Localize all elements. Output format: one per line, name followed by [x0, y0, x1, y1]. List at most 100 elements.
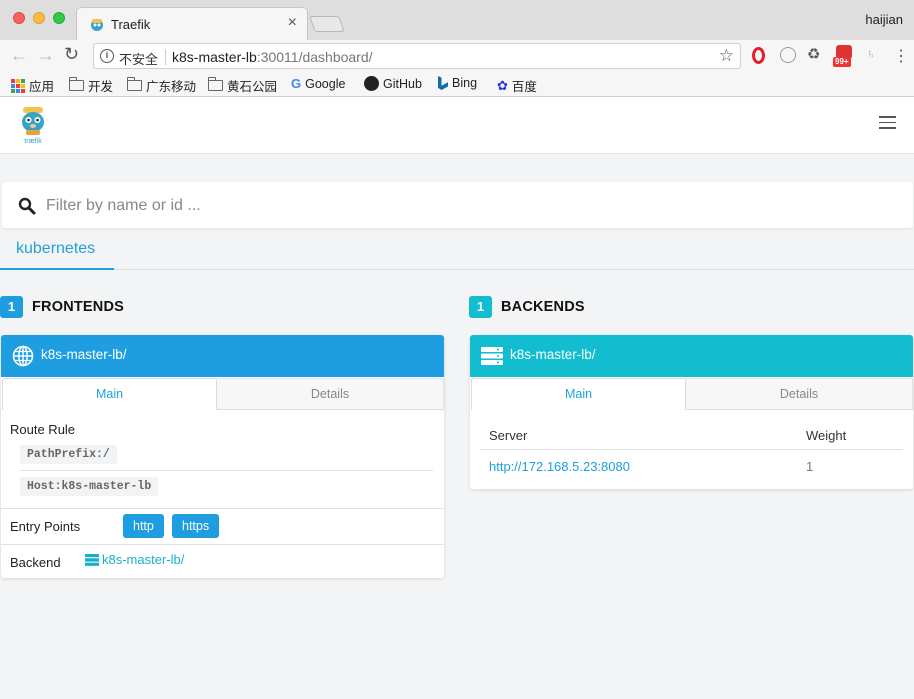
- frontend-card-header: k8s-master-lb/: [1, 335, 444, 377]
- browser-tab-traefik[interactable]: Traefik ×: [76, 7, 308, 40]
- tab-label: kubernetes: [16, 240, 96, 257]
- url-text[interactable]: k8s-master-lb:30011/dashboard/: [172, 49, 373, 65]
- bookmark-label: 百度: [511, 80, 537, 94]
- frontend-card-tabs: Main Details: [1, 377, 444, 410]
- bookmark-folder-yellowstone[interactable]: 黄石公园: [208, 76, 277, 95]
- app-header: træfik: [0, 97, 914, 154]
- bookmark-folder-dev[interactable]: 开发: [69, 76, 113, 95]
- column-header-server: Server: [489, 428, 528, 443]
- globe-icon: [12, 345, 34, 367]
- bookmark-label: 广东移动: [146, 80, 197, 94]
- dashboard-page: træfik kubernetes 1 FRONTENDS: [0, 97, 914, 699]
- browser-titlebar: Traefik × haijian: [0, 0, 914, 40]
- back-arrow-icon[interactable]: ←: [10, 45, 28, 66]
- profile-name[interactable]: haijian: [865, 12, 903, 27]
- bookmark-folder-gd-mobile[interactable]: 广东移动: [127, 76, 196, 95]
- browser-menu-icon[interactable]: ⋮: [893, 46, 909, 66]
- apps-icon: [11, 78, 25, 93]
- opera-extension-icon[interactable]: [752, 47, 765, 64]
- info-icon[interactable]: i: [100, 49, 114, 63]
- search-icon: [18, 197, 36, 215]
- url-host: k8s-master-lb: [172, 49, 257, 65]
- backend-link-text: k8s-master-lb/: [102, 552, 185, 567]
- bookmark-github[interactable]: GitHub: [364, 76, 422, 91]
- window-maximize-button[interactable]: [53, 12, 65, 24]
- backend-name: k8s-master-lb/: [510, 347, 596, 362]
- frontend-card: k8s-master-lb/ Main Details Route Rule P…: [1, 335, 444, 578]
- folder-icon: [127, 77, 142, 91]
- github-icon: [364, 76, 379, 91]
- url-path: :30011/dashboard/: [256, 49, 373, 65]
- folder-icon: [208, 77, 223, 91]
- extension-badge: 99+: [833, 57, 851, 67]
- bookmark-bing[interactable]: Bing: [438, 76, 477, 90]
- logo-text: træfik: [24, 138, 42, 145]
- bookmark-label: 黄石公园: [227, 80, 278, 94]
- backends-title: BACKENDS: [501, 299, 585, 315]
- tab-title: Traefik: [111, 17, 151, 32]
- mail-extension-icon[interactable]: 99+: [833, 45, 856, 67]
- traefik-favicon-icon: [91, 19, 103, 31]
- insecure-label[interactable]: 不安全: [119, 49, 158, 68]
- hamburger-menu-icon[interactable]: [879, 116, 896, 129]
- server-url-link[interactable]: http://172.168.5.23:8080: [489, 459, 630, 474]
- tab-details[interactable]: Details: [217, 378, 444, 410]
- backend-label: Backend: [10, 555, 61, 570]
- frontends-title: FRONTENDS: [32, 299, 125, 315]
- route-rule-label: Route Rule: [10, 422, 76, 437]
- tab-close-icon[interactable]: ×: [288, 14, 297, 32]
- backend-link[interactable]: k8s-master-lb/: [85, 552, 184, 567]
- reload-icon[interactable]: ↻: [64, 44, 79, 65]
- column-header-weight: Weight: [806, 428, 847, 443]
- extension-circle-icon[interactable]: [780, 47, 796, 63]
- address-bar[interactable]: i 不安全 k8s-master-lb:30011/dashboard/ ☆: [93, 43, 741, 69]
- frontend-name: k8s-master-lb/: [41, 347, 127, 362]
- bookmarks-bar: 应用 开发 广东移动 黄石公园 G Google GitHub Bing ✿ 百…: [0, 72, 914, 97]
- frontends-header: 1 FRONTENDS: [0, 296, 124, 318]
- tab-main[interactable]: Main: [2, 378, 217, 410]
- window-close-button[interactable]: [13, 12, 25, 24]
- recycle-extension-icon[interactable]: ♻: [807, 45, 820, 63]
- bookmark-apps[interactable]: 应用: [11, 76, 54, 95]
- search-box: [2, 182, 913, 228]
- traefik-logo[interactable]: træfik: [18, 105, 48, 145]
- bookmark-baidu[interactable]: ✿ 百度: [497, 76, 537, 95]
- bing-icon: [438, 76, 448, 90]
- backend-card: k8s-master-lb/ Main Details Server Weigh…: [470, 335, 913, 489]
- server-weight: 1: [806, 459, 814, 474]
- backends-count-badge: 1: [469, 296, 492, 318]
- browser-toolbar: ← → ↻ i 不安全 k8s-master-lb:30011/dashboar…: [0, 40, 914, 72]
- provider-tabs: kubernetes: [0, 228, 914, 270]
- backend-card-tabs: Main Details: [470, 377, 913, 410]
- backends-header: 1 BACKENDS: [469, 296, 585, 318]
- google-icon: G: [291, 76, 302, 91]
- bookmark-label: GitHub: [383, 76, 422, 91]
- server-icon: [85, 553, 99, 566]
- bookmark-label: 开发: [88, 80, 114, 94]
- bookmark-star-icon[interactable]: ☆: [719, 46, 734, 66]
- bookmark-google[interactable]: G Google: [291, 76, 345, 91]
- route-rule-divider: [20, 470, 433, 471]
- forward-arrow-icon[interactable]: →: [37, 45, 55, 66]
- tree-extension-icon[interactable]: ♄: [866, 46, 876, 61]
- entry-point-https[interactable]: https: [172, 514, 220, 538]
- section-divider: [1, 508, 444, 509]
- tab-main[interactable]: Main: [471, 378, 686, 410]
- search-input[interactable]: [46, 194, 886, 218]
- entry-points-list: http https: [123, 514, 323, 538]
- window-minimize-button[interactable]: [33, 12, 45, 24]
- route-rule-path: PathPrefix:/: [20, 445, 117, 464]
- entry-point-http[interactable]: http: [123, 514, 164, 538]
- address-divider: [165, 49, 166, 65]
- tab-details[interactable]: Details: [686, 378, 913, 410]
- bookmark-label: Bing: [452, 76, 478, 90]
- new-tab-button[interactable]: [309, 16, 345, 32]
- bookmark-label: Google: [305, 76, 346, 91]
- tab-kubernetes[interactable]: kubernetes: [0, 228, 114, 270]
- backend-card-header: k8s-master-lb/: [470, 335, 913, 377]
- table-header-divider: [480, 449, 903, 450]
- frontends-count-badge: 1: [0, 296, 23, 318]
- bookmark-label: 应用: [29, 80, 55, 94]
- folder-icon: [69, 77, 84, 91]
- route-rule-host: Host:k8s-master-lb: [20, 477, 159, 496]
